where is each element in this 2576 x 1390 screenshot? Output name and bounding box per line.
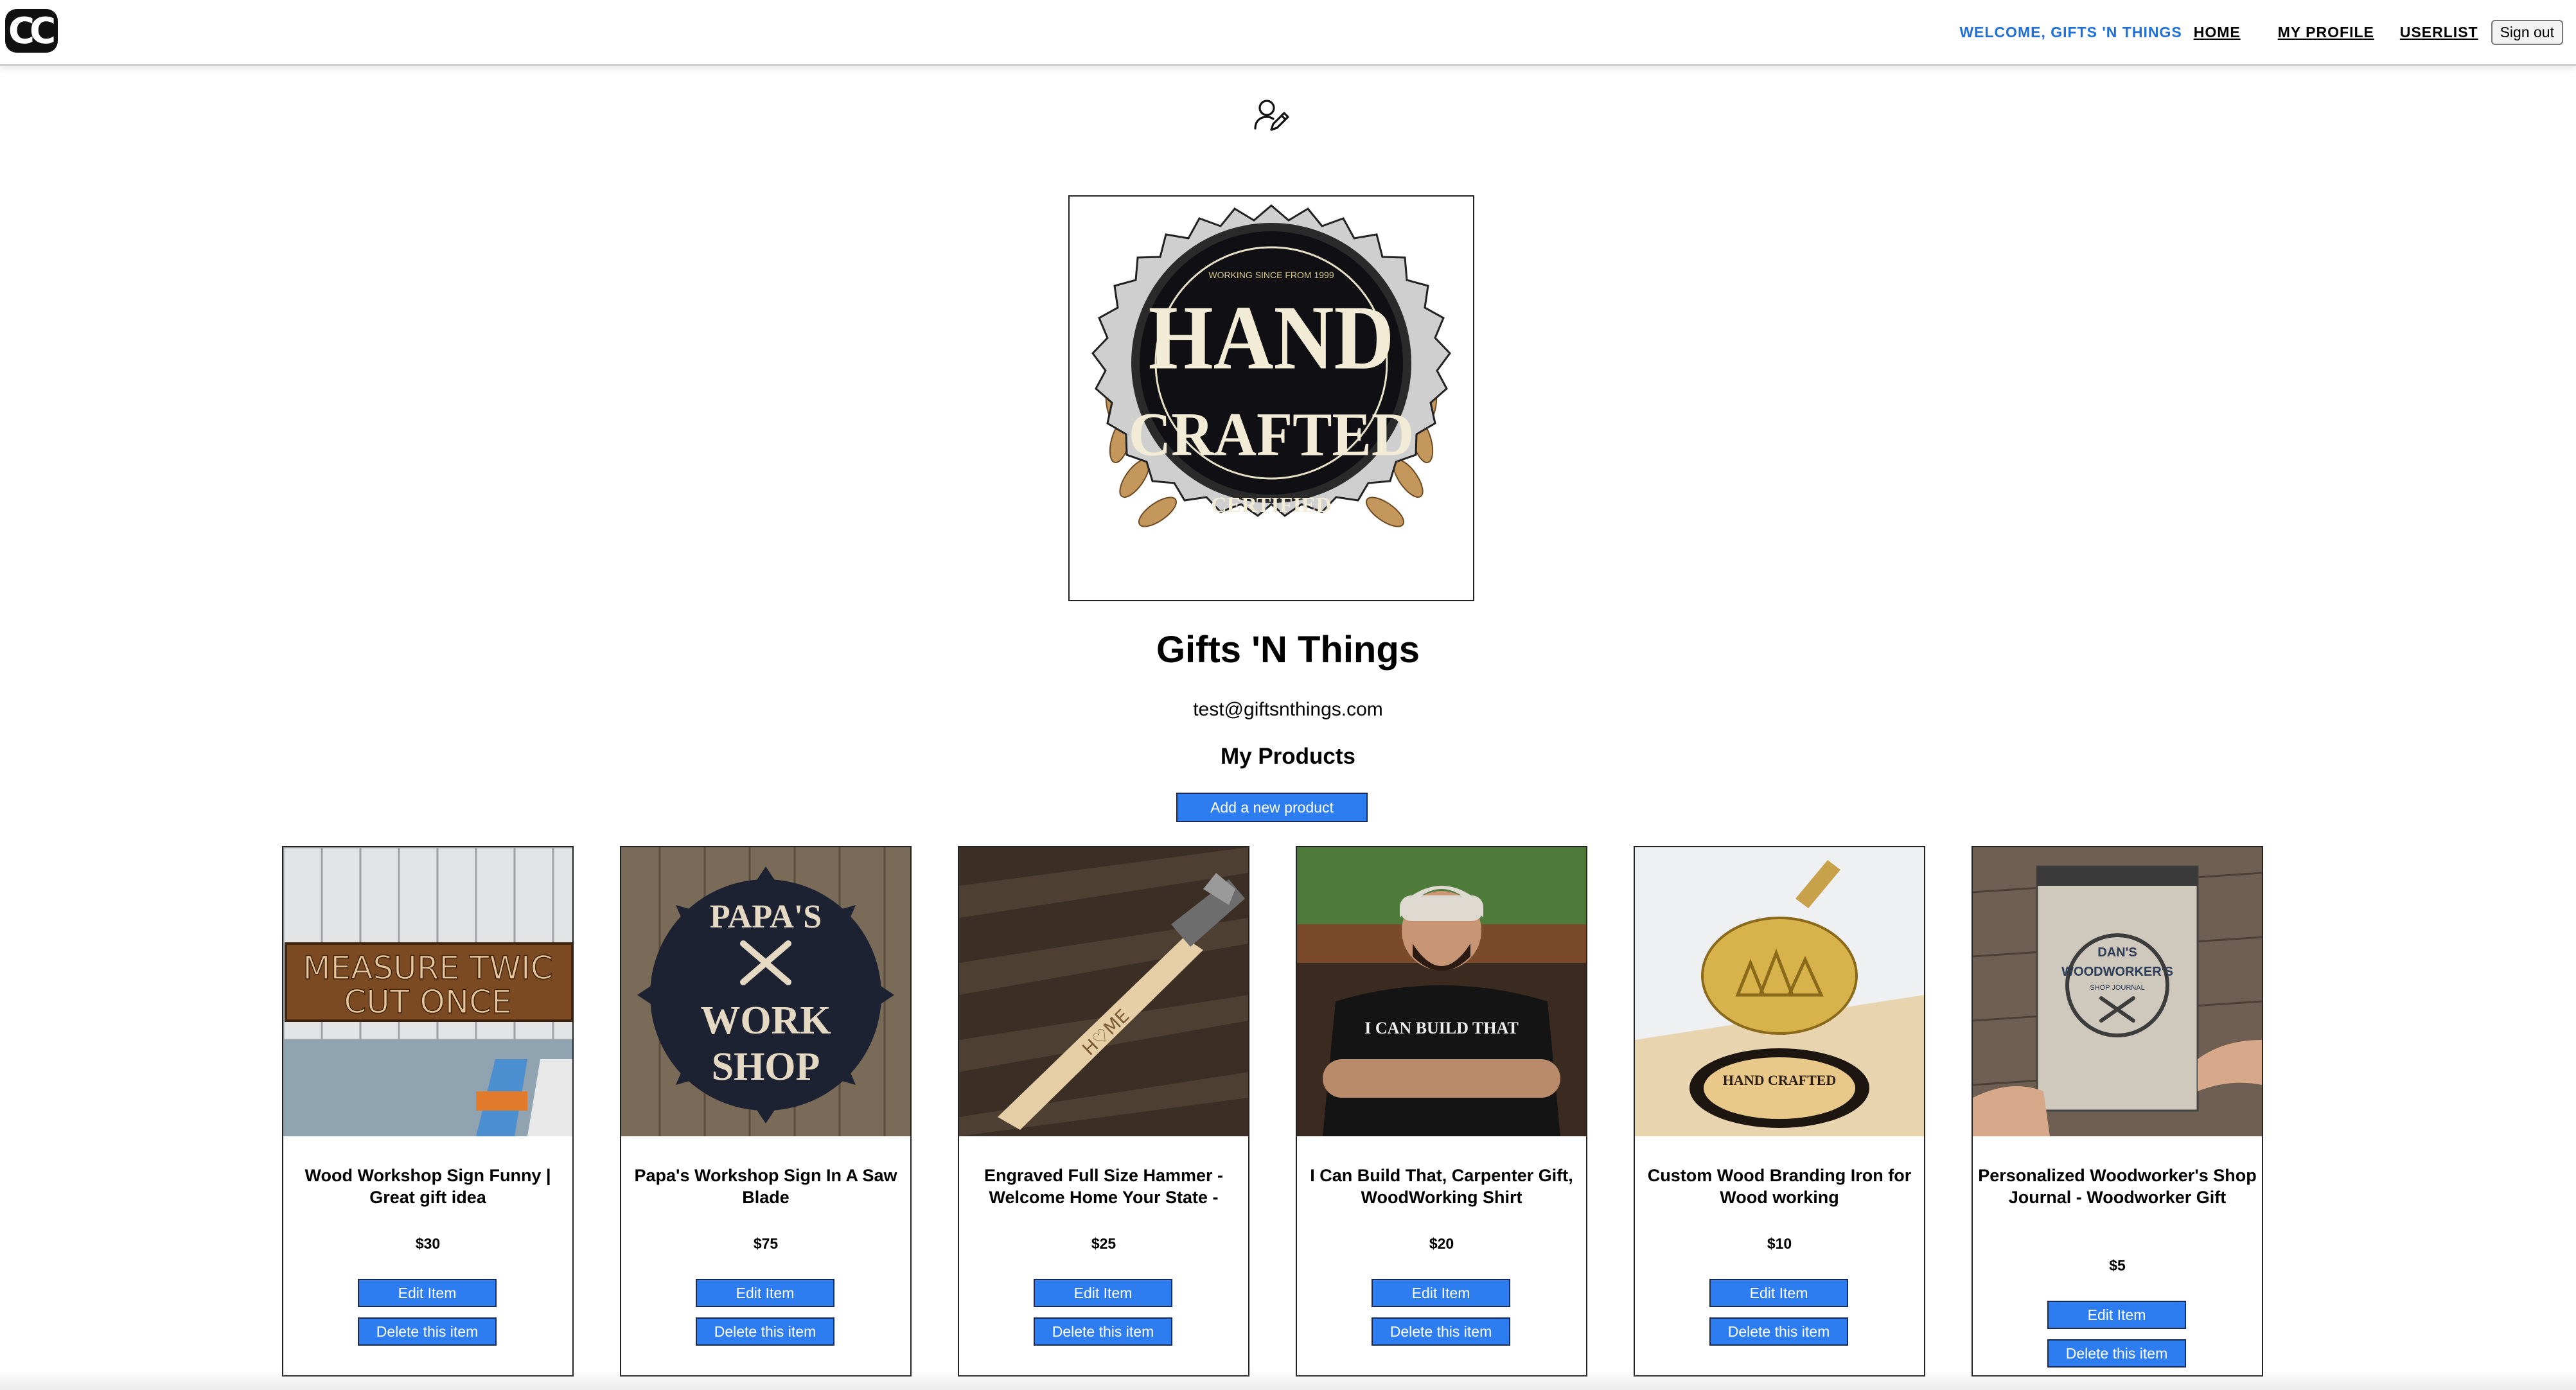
product-price: $30	[415, 1235, 441, 1252]
delete-item-button[interactable]: Delete this item	[1372, 1317, 1510, 1346]
nav-links: WELCOME, GIFTS 'N THINGS HOME MY PROFILE…	[1959, 19, 2563, 45]
shop-image-line1: HAND	[1149, 286, 1395, 389]
product-image-text: HAND CRAFTED	[1723, 1072, 1837, 1088]
product-price: $5	[2109, 1257, 2126, 1274]
edit-item-button[interactable]: Edit Item	[358, 1279, 497, 1307]
product-image-text: PAPA'S	[710, 899, 822, 935]
product-image-text: MEASURE TWIC	[303, 949, 552, 987]
site-logo[interactable]: CC	[5, 9, 58, 53]
delete-item-button[interactable]: Delete this item	[1034, 1317, 1172, 1346]
product-image-text: WOODWORKER'S	[2061, 965, 2173, 979]
product-title: Wood Workshop Sign Funny | Great gift id…	[304, 1166, 551, 1207]
shop-email: test@giftsnthings.com	[1193, 699, 1383, 720]
product-image: PAPA'S WORK SHOP	[621, 847, 910, 1136]
product-image: HAND CRAFTED	[1635, 847, 1924, 1136]
shop-image-badge: CERTIFIED	[1211, 493, 1332, 517]
delete-item-button[interactable]: Delete this item	[358, 1317, 497, 1346]
product-title: Engraved Full Size Hammer - Welcome Home…	[984, 1166, 1224, 1207]
delete-item-button[interactable]: Delete this item	[696, 1317, 834, 1346]
product-image: I CAN BUILD THAT	[1297, 847, 1586, 1136]
product-card: I CAN BUILD THAT I Can Build That, Carpe…	[1296, 846, 1587, 1377]
edit-item-button[interactable]: Edit Item	[1034, 1279, 1172, 1307]
product-image-text: SHOP	[712, 1045, 820, 1089]
edit-item-button[interactable]: Edit Item	[696, 1279, 834, 1307]
product-title: Personalized Woodworker's Shop Journal -…	[1978, 1166, 2257, 1207]
product-image-text: CUT ONCE	[344, 983, 511, 1021]
product-card: DAN'S WOODWORKER'S SHOP JOURNAL Personal…	[1972, 846, 2263, 1377]
edit-item-button[interactable]: Edit Item	[2047, 1301, 2186, 1329]
my-products-heading: My Products	[1220, 744, 1356, 769]
shop-image-top-text: WORKING SINCE FROM 1999	[1208, 270, 1334, 280]
product-price: $25	[1091, 1235, 1116, 1252]
edit-item-button[interactable]: Edit Item	[1372, 1279, 1510, 1307]
product-image-text: SHOP JOURNAL	[2090, 984, 2144, 992]
welcome-text: WELCOME, GIFTS 'N THINGS	[1959, 23, 2182, 40]
product-image: DAN'S WOODWORKER'S SHOP JOURNAL	[1973, 847, 2262, 1136]
product-title: I Can Build That, Carpenter Gift, WoodWo…	[1310, 1166, 1573, 1207]
product-card: HAND CRAFTED Custom Wood Branding Iron f…	[1634, 846, 1925, 1377]
product-image: MEASURE TWIC CUT ONCE	[283, 847, 572, 1136]
product-card: PAPA'S WORK SHOP Papa's Workshop Sign In…	[620, 846, 912, 1377]
user-edit-icon[interactable]	[1251, 96, 1291, 136]
nav-userlist-link[interactable]: USERLIST	[2400, 24, 2478, 41]
add-product-button[interactable]: Add a new product	[1176, 793, 1368, 822]
sign-out-button[interactable]: Sign out	[2491, 19, 2563, 45]
product-image: H♡ME	[959, 847, 1248, 1136]
product-card: MEASURE TWIC CUT ONCE Wood Workshop Sign…	[282, 846, 574, 1377]
delete-item-button[interactable]: Delete this item	[2047, 1339, 2186, 1368]
site-logo-text: CC	[8, 10, 56, 52]
shop-name: Gifts 'N Things	[1156, 629, 1420, 671]
product-title: Papa's Workshop Sign In A Saw Blade	[634, 1166, 897, 1207]
product-card: H♡ME Engraved Full Size Hammer - Welcome…	[958, 846, 1249, 1377]
top-navbar: CC WELCOME, GIFTS 'N THINGS HOME MY PROF…	[0, 0, 2576, 66]
product-image-text: I CAN BUILD THAT	[1364, 1019, 1519, 1037]
product-image-text: DAN'S	[2097, 946, 2137, 960]
bottom-shadow	[0, 1371, 2576, 1390]
edit-item-button[interactable]: Edit Item	[1709, 1279, 1848, 1307]
delete-item-button[interactable]: Delete this item	[1709, 1317, 1848, 1346]
nav-home-link[interactable]: HOME	[2194, 24, 2241, 41]
shop-profile-image: WORKING SINCE FROM 1999 HAND CRAFTED CER…	[1068, 195, 1474, 601]
product-price: $20	[1429, 1235, 1454, 1252]
product-price: $75	[753, 1235, 779, 1252]
shop-image-line2: CRAFTED	[1129, 401, 1415, 470]
product-title: Custom Wood Branding Iron for Wood worki…	[1647, 1166, 1912, 1207]
product-image-text: WORK	[700, 999, 831, 1042]
product-price: $10	[1767, 1235, 1792, 1252]
nav-my-profile-link[interactable]: MY PROFILE	[2278, 24, 2374, 41]
